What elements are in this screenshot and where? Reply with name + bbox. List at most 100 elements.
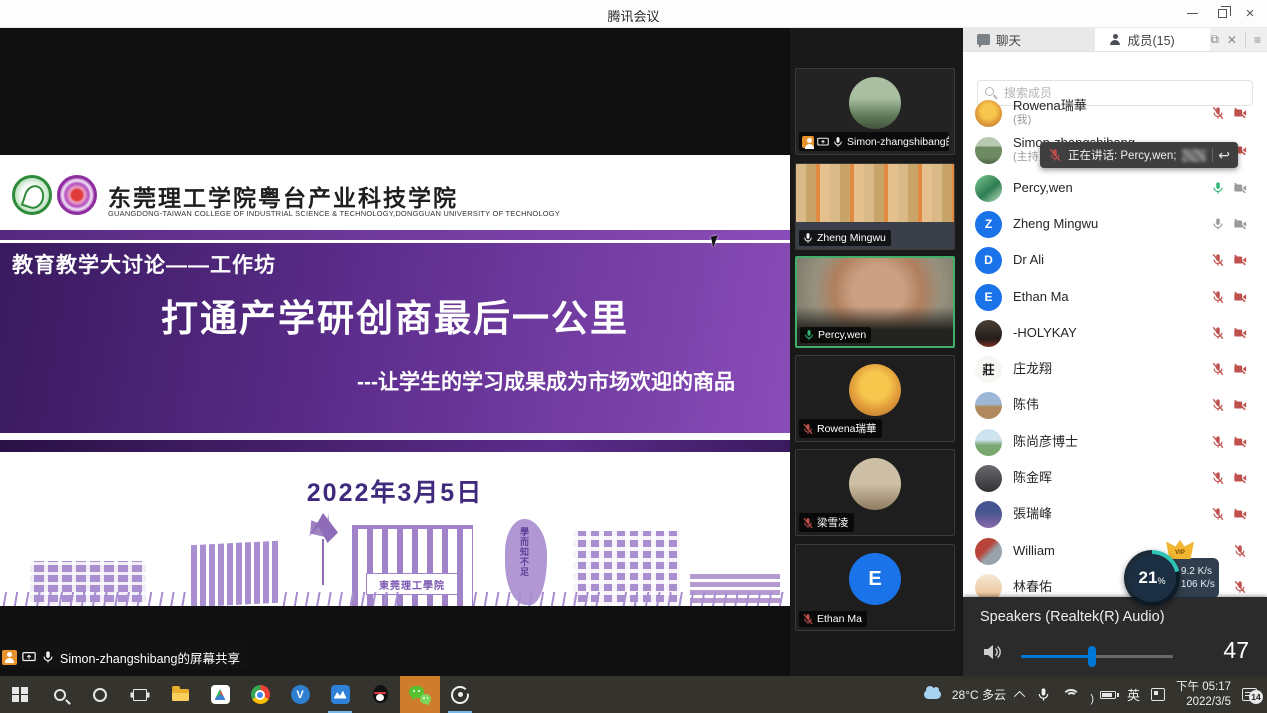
volume-slider-track[interactable] bbox=[1021, 655, 1173, 658]
restore-icon bbox=[1218, 9, 1227, 18]
mic-icon[interactable] bbox=[1233, 544, 1247, 558]
weather-cloud-icon[interactable] bbox=[924, 690, 941, 699]
avatar bbox=[975, 465, 1002, 492]
chrome-button[interactable] bbox=[240, 676, 280, 713]
presentation-slide: 东莞理工学院粤台产业科技学院 GUANGDONG-TAIWAN COLLEGE … bbox=[0, 155, 790, 606]
battery-icon[interactable] bbox=[1100, 691, 1116, 699]
mic-icon[interactable] bbox=[1211, 435, 1225, 449]
mic-icon[interactable] bbox=[1211, 181, 1225, 195]
avatar: D bbox=[975, 247, 1002, 274]
member-row[interactable]: D Dr Ali bbox=[975, 242, 1257, 278]
muted-mic-icon[interactable] bbox=[1048, 148, 1062, 162]
camera-icon[interactable] bbox=[1233, 181, 1247, 195]
camera-icon[interactable] bbox=[1233, 290, 1247, 304]
wechat-button[interactable] bbox=[400, 676, 440, 713]
video-tile-percy-active-speaker[interactable]: Percy,wen bbox=[795, 256, 955, 348]
camera-icon[interactable] bbox=[1233, 471, 1247, 485]
participant-name: Percy,wen bbox=[818, 329, 866, 341]
action-center-icon[interactable]: 14 bbox=[1242, 688, 1257, 701]
mic-icon[interactable] bbox=[1211, 507, 1225, 521]
tab-chat[interactable]: 聊天 bbox=[963, 28, 1095, 51]
member-row[interactable]: Rowena瑞華(我) bbox=[975, 94, 1257, 132]
mic-icon[interactable] bbox=[1211, 398, 1225, 412]
participant-name: Rowena瑞華 bbox=[817, 421, 877, 436]
camera-icon[interactable] bbox=[1233, 398, 1247, 412]
member-row[interactable]: Z Zheng Mingwu bbox=[975, 206, 1257, 242]
member-row[interactable]: Percy,wen bbox=[975, 170, 1257, 206]
restore-button[interactable] bbox=[1207, 0, 1237, 27]
taskbar-search-button[interactable] bbox=[40, 676, 80, 713]
camera-icon[interactable] bbox=[1233, 435, 1247, 449]
mic-icon[interactable] bbox=[1211, 217, 1225, 231]
taskbar-clock[interactable]: 下午 05:17 2022/3/5 bbox=[1176, 680, 1231, 710]
task-view-button[interactable] bbox=[120, 676, 160, 713]
volume-slider-thumb[interactable] bbox=[1088, 646, 1096, 667]
weather-text[interactable]: 28°C 多云 bbox=[952, 686, 1006, 703]
start-button[interactable] bbox=[0, 676, 40, 713]
avatar bbox=[975, 501, 1002, 528]
ime-mode-icon[interactable] bbox=[1151, 688, 1165, 701]
v-app-button[interactable]: V bbox=[280, 676, 320, 713]
close-panel-icon[interactable]: ✕ bbox=[1227, 33, 1237, 47]
divider bbox=[1245, 33, 1246, 47]
speaker-icon[interactable] bbox=[983, 643, 1003, 661]
tab-members[interactable]: 成员(15) bbox=[1095, 28, 1210, 51]
member-name: Percy,wen bbox=[1013, 180, 1073, 196]
avatar bbox=[849, 77, 901, 129]
camera-icon[interactable] bbox=[1233, 253, 1247, 267]
net-speed-ring[interactable]: 21 % bbox=[1124, 550, 1180, 606]
participant-name: 梁雪凌 bbox=[817, 515, 849, 530]
close-button[interactable]: × bbox=[1235, 0, 1265, 27]
mic-icon[interactable] bbox=[1211, 106, 1225, 120]
network-icon[interactable] bbox=[1062, 689, 1078, 701]
camera-icon[interactable] bbox=[1233, 106, 1247, 120]
input-language-indicator[interactable]: 英 bbox=[1127, 685, 1140, 704]
member-row[interactable]: E Ethan Ma bbox=[975, 279, 1257, 315]
member-name: Zheng Mingwu bbox=[1013, 216, 1098, 232]
member-row[interactable]: -HOLYKAY bbox=[975, 315, 1257, 351]
mic-icon[interactable] bbox=[1211, 362, 1225, 376]
mic-icon[interactable] bbox=[1211, 326, 1225, 340]
mic-icon[interactable] bbox=[1211, 253, 1225, 267]
popout-panel-icon[interactable]: ⧉ bbox=[1210, 32, 1219, 47]
member-row[interactable]: 莊 庄龙翔 bbox=[975, 351, 1257, 387]
tray-date: 2022/3/5 bbox=[1186, 696, 1231, 708]
camera-icon[interactable] bbox=[1233, 507, 1247, 521]
video-tile-simon[interactable]: Simon-zhangshibang的... bbox=[795, 68, 955, 155]
purple-band-bottom bbox=[0, 440, 790, 452]
video-tile-rowena[interactable]: Rowena瑞華 bbox=[795, 355, 955, 442]
search-icon bbox=[54, 689, 66, 701]
member-name: -HOLYKAY bbox=[1013, 325, 1077, 341]
qq-button[interactable] bbox=[360, 676, 400, 713]
file-explorer-button[interactable] bbox=[160, 676, 200, 713]
member-row[interactable]: 陈金晖 bbox=[975, 460, 1257, 496]
volume-flyout: Speakers (Realtek(R) Audio) 47 bbox=[963, 597, 1267, 676]
member-name: 陈伟 bbox=[1013, 397, 1039, 413]
member-name: William bbox=[1013, 543, 1055, 559]
person-icon bbox=[1109, 34, 1121, 46]
screen-record-button[interactable] bbox=[440, 676, 480, 713]
hidden-icons-chevron[interactable] bbox=[1014, 690, 1025, 701]
blurred-names bbox=[1182, 149, 1205, 162]
video-tile-zheng[interactable]: Zheng Mingwu bbox=[795, 163, 955, 250]
camera-icon[interactable] bbox=[1233, 326, 1247, 340]
mic-icon[interactable] bbox=[1211, 290, 1225, 304]
grass-tuft bbox=[0, 592, 200, 606]
video-tile-liang[interactable]: 梁雪凌 bbox=[795, 449, 955, 536]
cortana-button[interactable] bbox=[80, 676, 120, 713]
member-row[interactable]: 陈伟 bbox=[975, 387, 1257, 423]
shared-screen-area: 东莞理工学院粤台产业科技学院 GUANGDONG-TAIWAN COLLEGE … bbox=[0, 28, 790, 676]
panel-menu-icon[interactable]: ≡ bbox=[1254, 33, 1261, 47]
member-row[interactable]: 陈尚彦博士 bbox=[975, 424, 1257, 460]
camera-icon[interactable] bbox=[1233, 362, 1247, 376]
camera-icon[interactable] bbox=[1233, 217, 1247, 231]
reply-arrow-icon[interactable]: ↩ bbox=[1218, 148, 1230, 162]
mic-icon[interactable] bbox=[1233, 580, 1247, 594]
minimize-button[interactable] bbox=[1177, 0, 1207, 27]
member-row[interactable]: 張瑞峰 bbox=[975, 496, 1257, 532]
app-store-button[interactable] bbox=[200, 676, 240, 713]
mic-icon[interactable] bbox=[1211, 471, 1225, 485]
tray-mic-icon[interactable] bbox=[1036, 687, 1051, 702]
tencent-meeting-button[interactable] bbox=[320, 676, 360, 713]
video-tile-ethan[interactable]: E Ethan Ma bbox=[795, 544, 955, 631]
